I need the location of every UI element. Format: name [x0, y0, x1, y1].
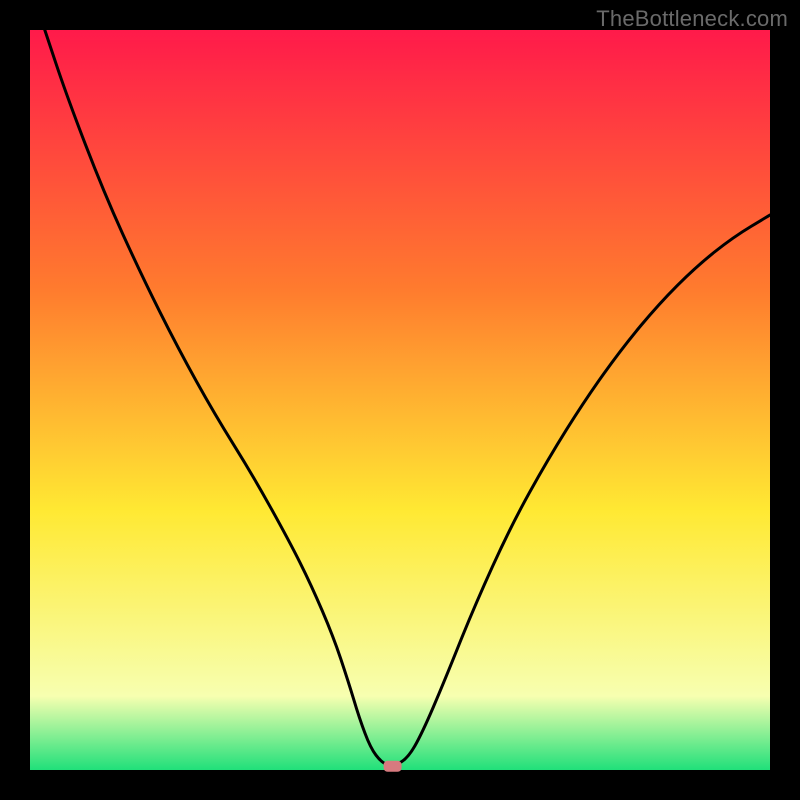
- chart-gradient-background: [30, 30, 770, 770]
- chart-svg: [0, 0, 800, 800]
- watermark-text: TheBottleneck.com: [596, 6, 788, 32]
- chart-container: TheBottleneck.com: [0, 0, 800, 800]
- optimal-point-marker: [384, 761, 402, 772]
